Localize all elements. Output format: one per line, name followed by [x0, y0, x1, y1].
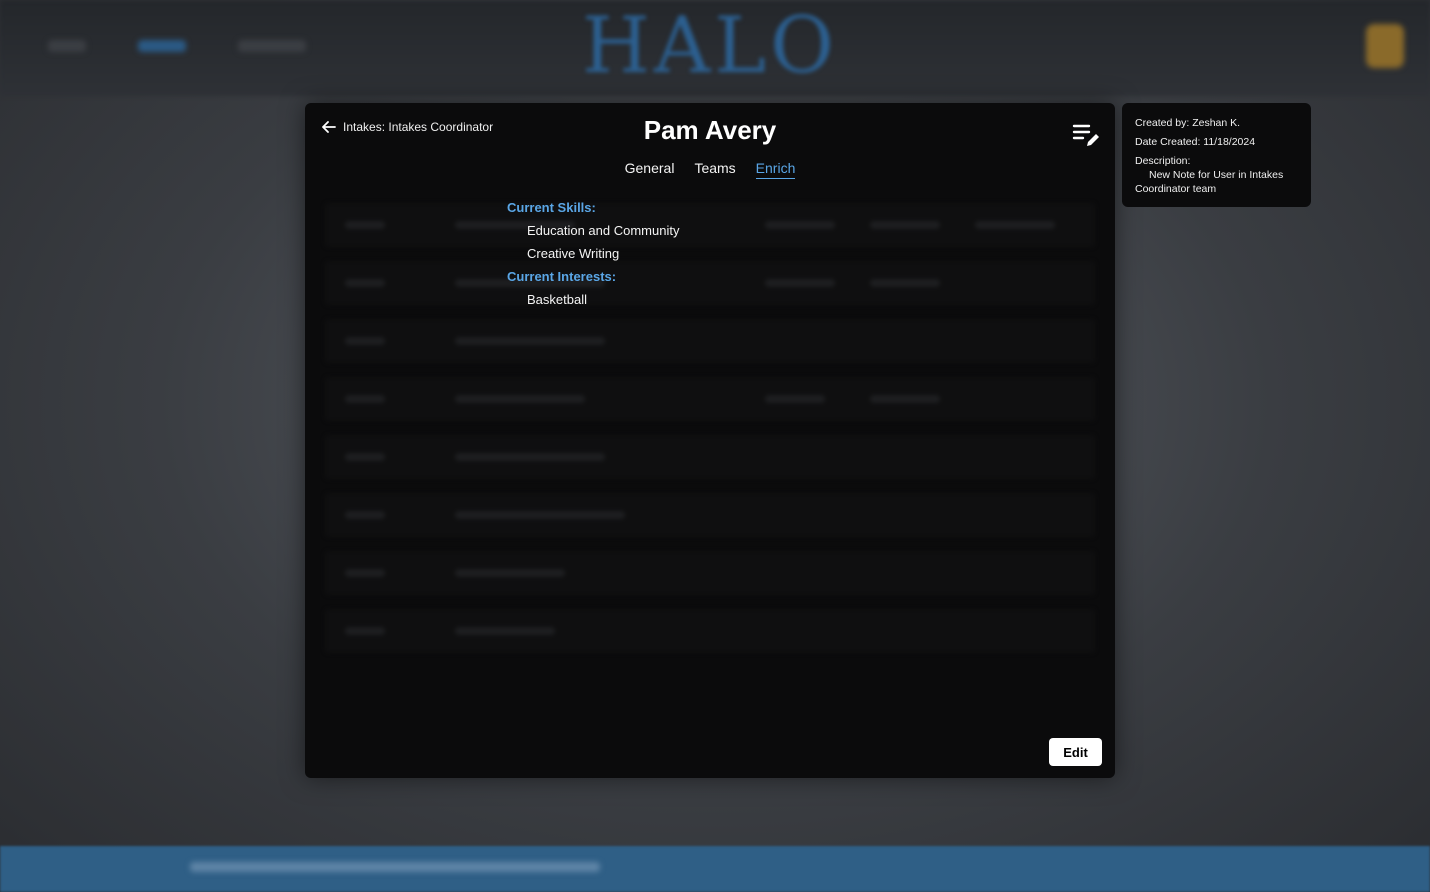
- background-nav-item: [238, 40, 306, 52]
- enrich-content: Current Skills: Education and Community …: [507, 198, 679, 313]
- note-description-label: Description:: [1135, 155, 1191, 167]
- skills-heading: Current Skills:: [507, 200, 596, 215]
- skill-item: Creative Writing: [527, 246, 620, 261]
- note-date-created: Date Created: 11/18/2024: [1135, 136, 1256, 148]
- background-table-row: [325, 435, 1095, 479]
- tab-teams[interactable]: Teams: [694, 160, 735, 179]
- interests-heading: Current Interests:: [507, 269, 617, 284]
- background-footer-text: [190, 862, 600, 872]
- tab-enrich[interactable]: Enrich: [755, 160, 796, 179]
- note-description: New Note for User in Intakes Coordinator…: [1135, 169, 1284, 195]
- background-avatar: [1366, 24, 1404, 68]
- tab-bar: General Teams Enrich: [305, 160, 1115, 179]
- note-created-by: Created by: Zeshan K.: [1135, 117, 1241, 129]
- edit-button[interactable]: Edit: [1049, 738, 1102, 766]
- user-detail-modal: Intakes: Intakes Coordinator Pam Avery G…: [305, 103, 1115, 778]
- background-table-row: [325, 609, 1095, 653]
- note-edit-icon[interactable]: [1071, 121, 1101, 149]
- interest-item: Basketball: [527, 292, 587, 307]
- background-logo: HALO: [581, 1, 839, 91]
- background-table-row: [325, 377, 1095, 421]
- tab-general[interactable]: General: [625, 160, 675, 179]
- background-nav-item: [48, 40, 86, 52]
- background-nav-item: [138, 40, 186, 52]
- background-table-row: [325, 319, 1095, 363]
- page-title: Pam Avery: [643, 115, 777, 145]
- note-card: Created by: Zeshan K. Date Created: 11/1…: [1122, 103, 1311, 207]
- skill-item: Education and Community: [527, 223, 680, 238]
- background-table-row: [325, 493, 1095, 537]
- background-table-row: [325, 261, 1095, 305]
- background-table: [325, 203, 1095, 667]
- background-table-row: [325, 203, 1095, 247]
- background-table-row: [325, 551, 1095, 595]
